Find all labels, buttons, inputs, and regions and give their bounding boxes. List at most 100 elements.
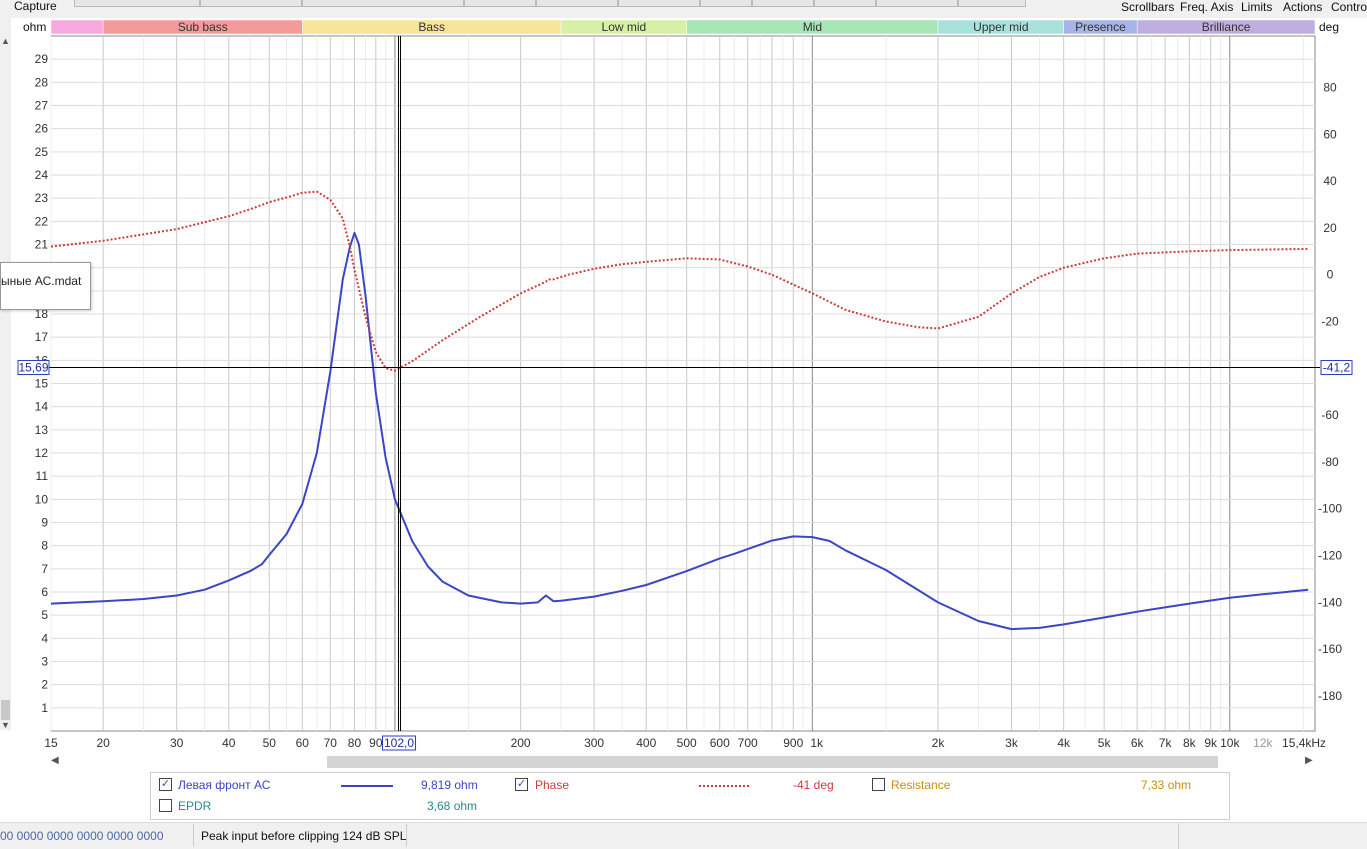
x-tick: 10k bbox=[1220, 736, 1240, 750]
x-tick: 500 bbox=[677, 736, 697, 750]
impedance-chart[interactable]: Sub bass Bass Low mid Mid Upper mid Presence B… bbox=[0, 0, 1367, 760]
x-tick: 900 bbox=[783, 736, 803, 750]
legend-panel: ✓ Левая фронт АС 9,819 ohm ✓ Phase -41 d… bbox=[150, 772, 1230, 820]
x-tick: 700 bbox=[738, 736, 758, 750]
band-label: Upper mid bbox=[973, 20, 1028, 34]
y-left-tick: 3 bbox=[41, 655, 48, 669]
y-left-tick: 2 bbox=[41, 678, 48, 692]
x-tick: 4k bbox=[1057, 736, 1071, 750]
y-left-tick: 24 bbox=[35, 168, 49, 182]
y-left-unit: ohm bbox=[23, 20, 46, 34]
resistance-checkbox[interactable] bbox=[872, 778, 885, 791]
x-tick: 15,4kHz bbox=[1282, 736, 1326, 750]
y-right-tick: -160 bbox=[1318, 642, 1342, 656]
x-tick: 70 bbox=[324, 736, 338, 750]
band-extreme bbox=[50, 19, 104, 35]
legend-value-epdr: 3,68 ohm bbox=[427, 799, 478, 813]
x-tick: 400 bbox=[636, 736, 656, 750]
y-left-tick: 29 bbox=[35, 52, 49, 66]
x-tick: 6k bbox=[1131, 736, 1145, 750]
legend-line-impedance bbox=[341, 785, 393, 787]
x-tick: 5k bbox=[1098, 736, 1112, 750]
y-left-tick: 26 bbox=[35, 122, 49, 136]
y-right-tick: -20 bbox=[1321, 314, 1339, 328]
y-left-tick: 6 bbox=[41, 585, 48, 599]
band-label: Brilliance bbox=[1202, 20, 1251, 34]
x-tick: 3k bbox=[1005, 736, 1019, 750]
phase-checkbox[interactable]: ✓ bbox=[515, 778, 528, 791]
y-left-tick: 21 bbox=[35, 238, 49, 252]
cursor-y-right-readout: -41,2 bbox=[1323, 361, 1351, 375]
y-left-tick: 7 bbox=[41, 562, 48, 576]
x-tick: 12k bbox=[1253, 736, 1273, 750]
y-left-tick: 9 bbox=[41, 516, 48, 530]
y-right-tick: 40 bbox=[1323, 174, 1337, 188]
legend-value-impedance: 9,819 ohm bbox=[421, 778, 478, 792]
x-tick: 50 bbox=[263, 736, 277, 750]
legend-line-phase bbox=[699, 785, 749, 787]
tooltip-text: ыные АС.mdat bbox=[1, 274, 82, 288]
y-right-tick: -100 bbox=[1318, 502, 1342, 516]
horizontal-scroll-thumb[interactable] bbox=[327, 756, 1218, 768]
cursor-y-left-readout: 15,69 bbox=[18, 361, 48, 375]
y-left-tick: 8 bbox=[41, 539, 48, 553]
x-tick: 20 bbox=[96, 736, 110, 750]
legend-label-phase: Phase bbox=[535, 778, 570, 792]
x-tick: 200 bbox=[511, 736, 531, 750]
y-left-tick: 1 bbox=[41, 701, 48, 715]
y-right-tick: 0 bbox=[1327, 268, 1334, 282]
y-left-tick: 17 bbox=[35, 330, 49, 344]
y-left-tick: 22 bbox=[35, 214, 49, 228]
y-left-tick: 4 bbox=[41, 631, 48, 645]
impedance-checkbox[interactable]: ✓ bbox=[159, 778, 172, 791]
y-left-tick: 14 bbox=[35, 400, 49, 414]
x-tick: 60 bbox=[296, 736, 310, 750]
y-left-tick: 15 bbox=[35, 377, 49, 391]
x-tick: 80 bbox=[348, 736, 362, 750]
x-tick: 300 bbox=[584, 736, 604, 750]
y-right-tick: 60 bbox=[1323, 127, 1337, 141]
cursor-x-readout: 102,0 bbox=[384, 736, 414, 750]
band-label: Sub bass bbox=[178, 20, 228, 34]
status-bar: 00 0000 0000 0000 0000 0000 Peak input b… bbox=[0, 822, 1367, 849]
legend-value-phase: -41 deg bbox=[793, 778, 834, 792]
x-tick: 7k bbox=[1159, 736, 1173, 750]
legend-label-impedance: Левая фронт АС bbox=[178, 778, 271, 792]
scroll-right-icon[interactable]: ▶ bbox=[1305, 755, 1313, 766]
y-right-tick: 20 bbox=[1323, 221, 1337, 235]
band-label: Bass bbox=[418, 20, 445, 34]
x-tick: 90 bbox=[369, 736, 383, 750]
y-left-tick: 12 bbox=[35, 446, 49, 460]
scroll-left-icon[interactable]: ◀ bbox=[51, 755, 59, 766]
y-left-tick: 28 bbox=[35, 75, 49, 89]
y-left-tick: 25 bbox=[35, 145, 49, 159]
y-left-tick: 10 bbox=[35, 492, 49, 506]
legend-label-epdr: EPDR bbox=[178, 799, 212, 813]
x-tick: 2k bbox=[932, 736, 946, 750]
x-tick: 9k bbox=[1204, 736, 1218, 750]
band-label: Presence bbox=[1075, 20, 1126, 34]
legend-label-resistance: Resistance bbox=[891, 778, 951, 792]
x-tick: 8k bbox=[1183, 736, 1197, 750]
y-left-tick: 5 bbox=[41, 608, 48, 622]
y-right-tick: -180 bbox=[1318, 689, 1342, 703]
y-left-tick: 11 bbox=[36, 469, 49, 483]
x-tick: 1k bbox=[810, 736, 824, 750]
epdr-checkbox[interactable] bbox=[159, 799, 172, 812]
band-label: Mid bbox=[803, 20, 822, 34]
status-counters: 00 0000 0000 0000 0000 0000 bbox=[0, 829, 164, 843]
y-right-tick: -120 bbox=[1318, 548, 1342, 562]
band-label: Low mid bbox=[602, 20, 647, 34]
x-tick: 600 bbox=[710, 736, 730, 750]
y-left-tick: 13 bbox=[35, 423, 49, 437]
y-right-tick: 80 bbox=[1323, 80, 1337, 94]
status-peak-text: Peak input before clipping 124 dB SPL bbox=[201, 829, 407, 843]
legend-value-resistance: 7,33 ohm bbox=[1141, 778, 1192, 792]
status-divider bbox=[1178, 823, 1179, 849]
y-right-unit: deg bbox=[1319, 20, 1339, 34]
x-tick: 15 bbox=[44, 736, 58, 750]
status-peak-panel: Peak input before clipping 124 dB SPL bbox=[193, 824, 407, 846]
y-left-tick: 23 bbox=[35, 191, 49, 205]
x-tick: 40 bbox=[222, 736, 236, 750]
file-tooltip: ыные АС.mdat bbox=[0, 262, 91, 310]
